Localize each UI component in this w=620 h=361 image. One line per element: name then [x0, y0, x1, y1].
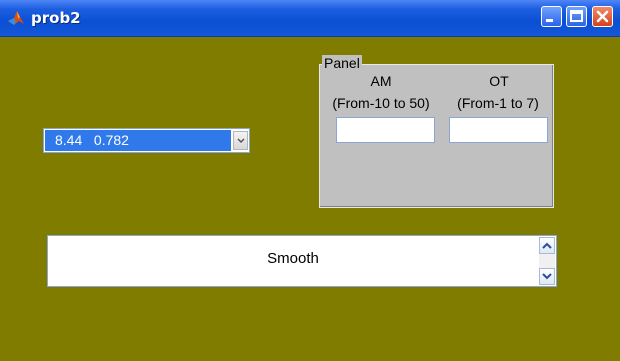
value-popup-menu[interactable]: 8.44 0.782 [43, 128, 250, 153]
scroll-up-button[interactable] [539, 237, 555, 254]
chevron-down-icon [237, 138, 245, 144]
ot-range-label: (From-1 to 7) [457, 95, 539, 111]
method-listbox[interactable]: Smooth [47, 235, 557, 287]
title-bar[interactable]: prob2 [0, 0, 620, 37]
popup-dropdown-button[interactable] [233, 131, 248, 150]
minimize-button[interactable] [541, 6, 562, 27]
maximize-icon [570, 10, 583, 22]
minimize-icon [546, 19, 553, 22]
am-label: AM [370, 73, 392, 89]
chevron-up-icon [542, 242, 552, 249]
am-input[interactable] [336, 117, 435, 143]
window-title: prob2 [31, 9, 81, 27]
scroll-down-button[interactable] [539, 268, 555, 285]
list-item[interactable]: Smooth [48, 250, 538, 267]
maximize-button[interactable] [566, 6, 587, 27]
close-icon [596, 10, 609, 23]
ot-input[interactable] [449, 117, 548, 143]
listbox-scrollbar[interactable] [539, 237, 555, 285]
ot-label: OT [489, 73, 509, 89]
matlab-logo-icon [7, 9, 25, 27]
chevron-down-icon [542, 273, 552, 280]
popup-selected-value: 8.44 0.782 [45, 130, 231, 151]
panel-title: Panel [322, 55, 362, 71]
close-button[interactable] [592, 6, 613, 27]
am-range-label: (From-10 to 50) [332, 95, 430, 111]
